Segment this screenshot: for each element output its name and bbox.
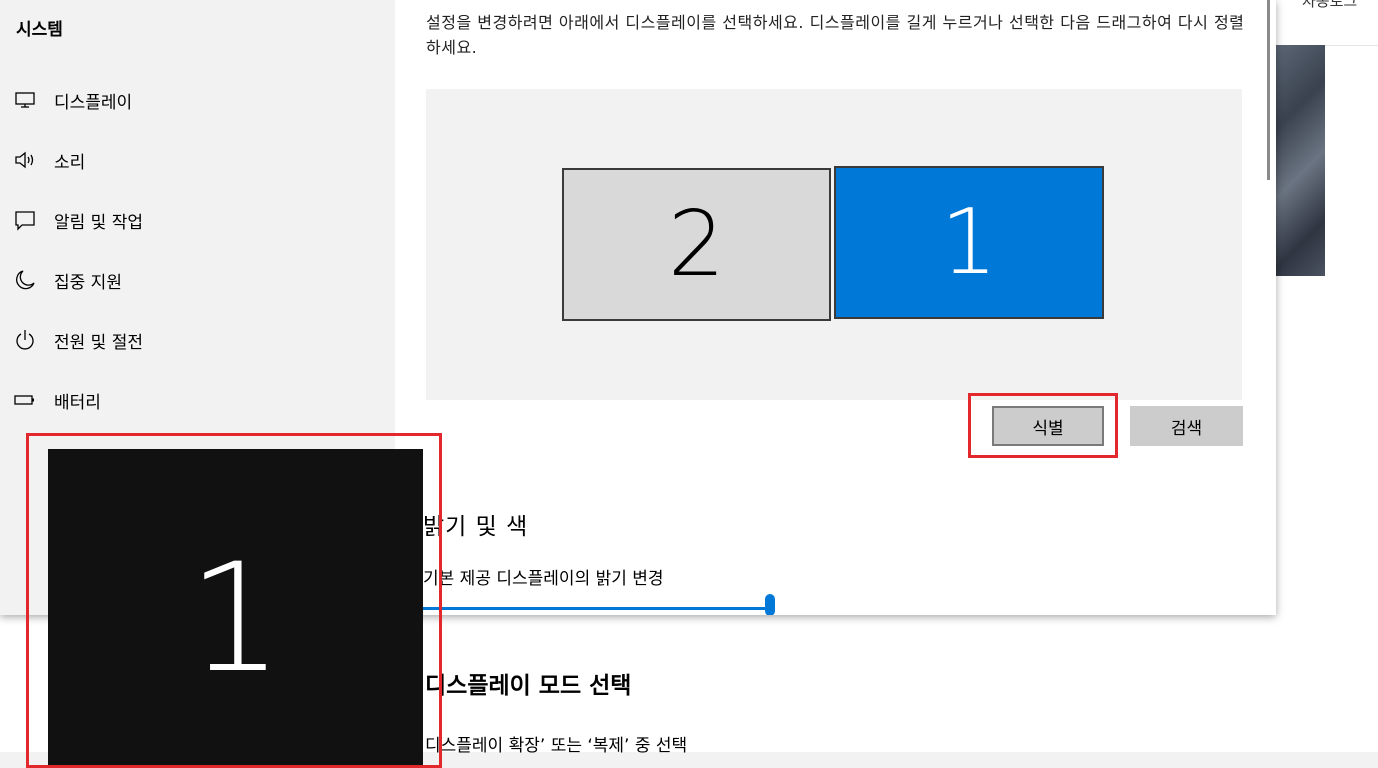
background-tab-text: 자동로그: [1302, 0, 1358, 10]
brightness-slider-track[interactable]: [423, 607, 768, 610]
scrollbar[interactable]: [1267, 0, 1270, 180]
sidebar-item-focus-assist[interactable]: 집중 지원: [0, 255, 395, 305]
identify-highlight-box: [968, 393, 1118, 458]
sidebar-item-power[interactable]: 전원 및 절전: [0, 315, 395, 365]
sidebar-item-label: 소리: [54, 153, 86, 173]
arrange-instructions: 설정을 변경하려면 아래에서 디스플레이를 선택하세요. 디스플레이를 길게 누…: [426, 13, 1245, 57]
display-mode-title: 디스플레이 모드 선택: [425, 673, 632, 699]
moon-icon: [16, 270, 35, 290]
identify-overlay-highlight-box: [26, 433, 442, 768]
monitor-2-tile[interactable]: 2: [562, 168, 831, 321]
background-photo: [1276, 45, 1325, 276]
battery-icon: [14, 395, 34, 405]
sidebar-item-battery[interactable]: 배터리: [0, 375, 395, 425]
power-icon: [16, 330, 34, 350]
sidebar-item-label: 디스플레이: [54, 93, 133, 113]
speaker-icon: [15, 151, 34, 169]
monitor-icon: [15, 92, 35, 108]
detect-button[interactable]: 검색: [1130, 406, 1243, 446]
sidebar-title: 시스템: [16, 20, 63, 40]
sidebar-item-label: 알림 및 작업: [54, 213, 144, 233]
monitor-arrangement-area: 2 1: [426, 89, 1242, 400]
sidebar-item-label: 전원 및 절전: [54, 333, 144, 353]
sidebar-item-label: 배터리: [54, 393, 101, 413]
display-settings-content: 설정을 변경하려면 아래에서 디스플레이를 선택하세요. 디스플레이를 길게 누…: [395, 0, 1276, 615]
sidebar-item-label: 집중 지원: [54, 273, 122, 293]
sidebar-item-notifications[interactable]: 알림 및 작업: [0, 195, 395, 245]
sidebar-item-sound[interactable]: 소리: [0, 135, 395, 185]
brightness-slider-thumb[interactable]: [765, 594, 775, 615]
brightness-slider-label: 기본 제공 디스플레이의 밝기 변경: [423, 569, 664, 589]
monitor-1-tile[interactable]: 1: [834, 166, 1104, 319]
notification-icon: [15, 211, 35, 231]
sidebar-item-display[interactable]: 디스플레이: [0, 75, 395, 125]
display-mode-description: 디스플레이 확장’ 또는 ‘복제’ 중 선택: [425, 736, 688, 756]
